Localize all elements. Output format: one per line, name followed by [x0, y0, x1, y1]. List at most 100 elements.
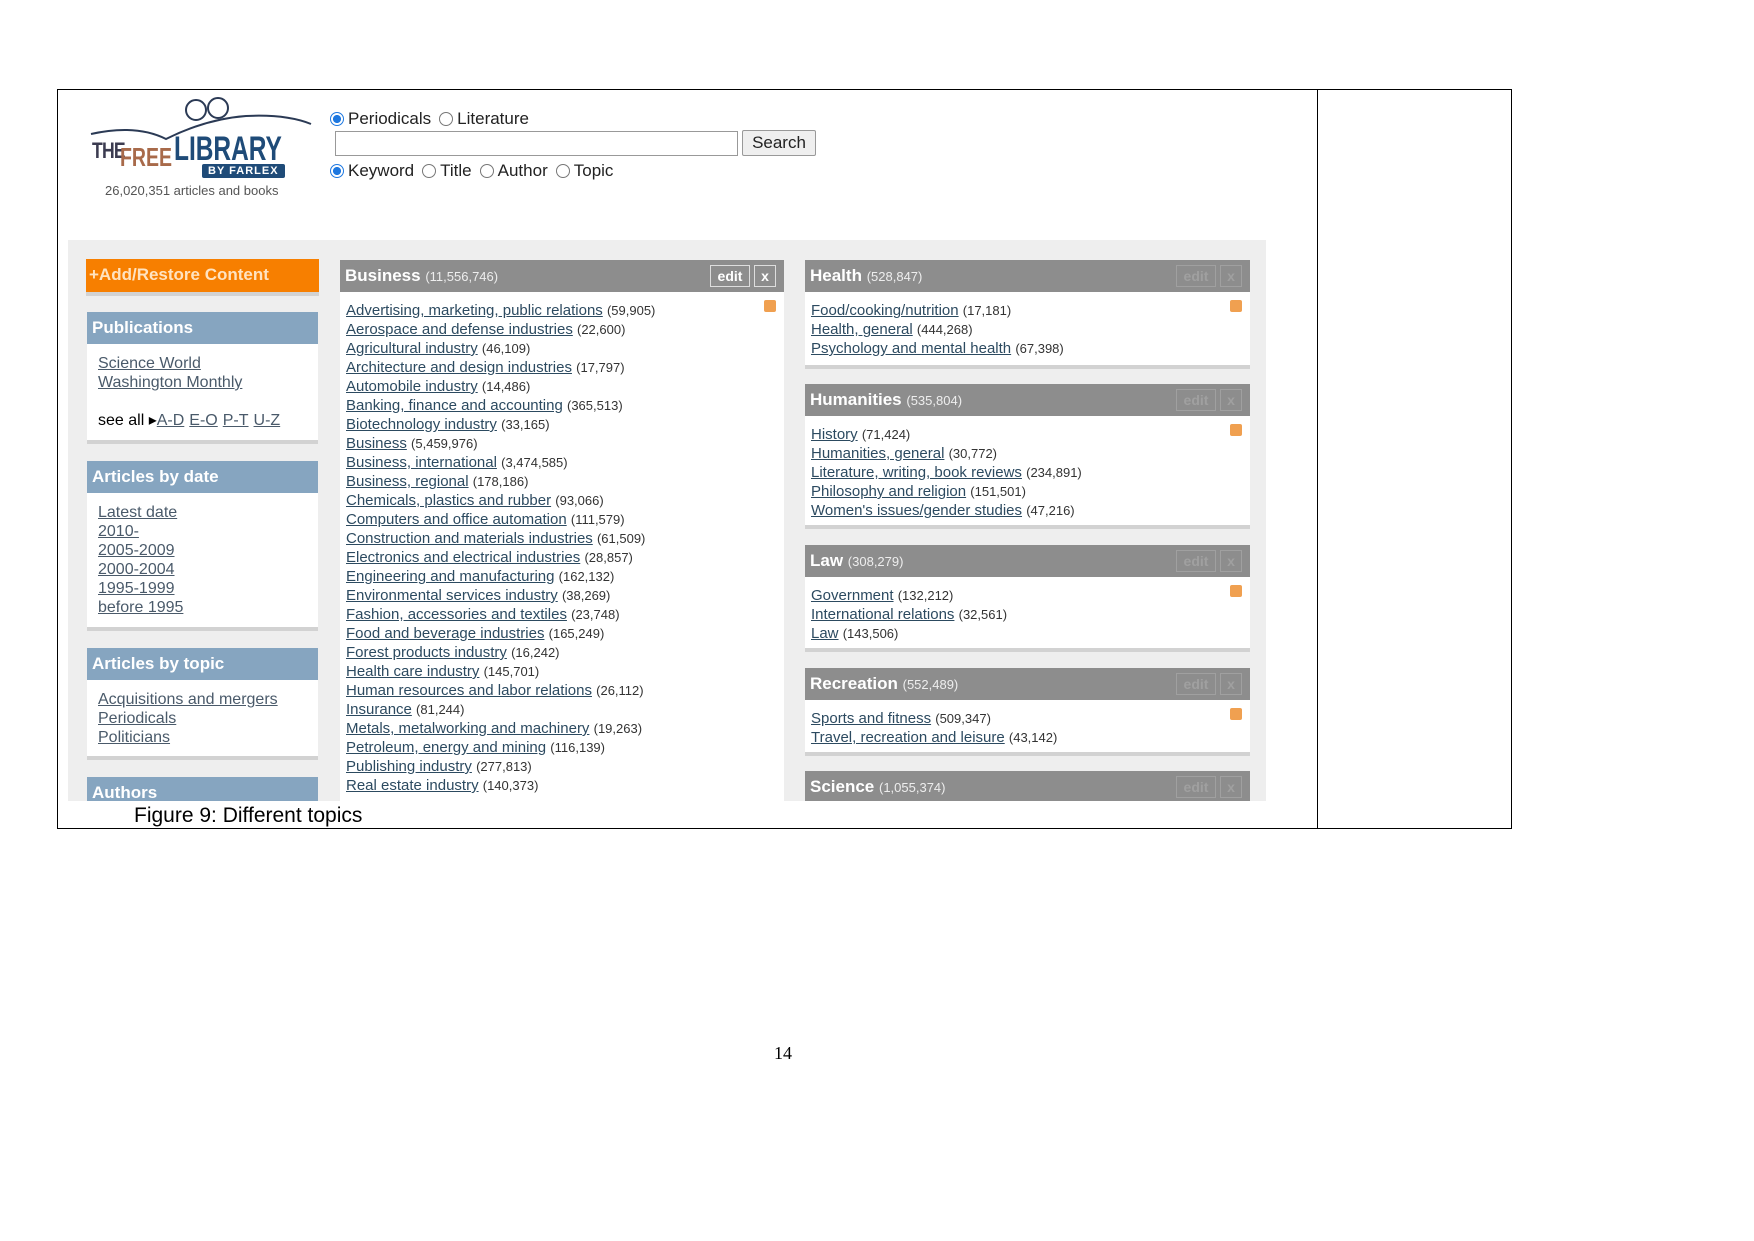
sidebar-link[interactable]: before 1995 [98, 599, 183, 616]
topic-link[interactable]: Psychology and mental health [811, 340, 1011, 357]
range-link-e-o[interactable]: E-O [189, 412, 217, 429]
range-link-u-z[interactable]: U-Z [254, 412, 281, 429]
search-button[interactable]: Search [742, 130, 816, 156]
topic-link[interactable]: Environmental services industry [346, 587, 558, 604]
topic-link[interactable]: History [811, 426, 858, 443]
rss-icon[interactable] [1230, 585, 1242, 597]
topic-link[interactable]: Construction and materials industries [346, 530, 593, 547]
close-button[interactable]: x [1220, 550, 1242, 572]
science-box: Science (1,055,374) edit x [805, 771, 1250, 801]
close-button[interactable]: x [1220, 673, 1242, 695]
edit-button[interactable]: edit [1176, 673, 1216, 695]
item-count: (67,398) [1015, 341, 1064, 356]
close-button[interactable]: x [1220, 389, 1242, 411]
sidebar-link[interactable]: 2005-2009 [98, 542, 175, 559]
topic-link[interactable]: Real estate industry [346, 777, 479, 794]
topic-link[interactable]: Architecture and design industries [346, 359, 572, 376]
item-count: (32,561) [958, 607, 1008, 622]
sidebar-link[interactable]: 1995-1999 [98, 580, 175, 597]
item-count: (28,857) [584, 550, 633, 565]
topic-link[interactable]: Sports and fitness [811, 710, 931, 727]
item-count: (47,216) [1026, 503, 1075, 518]
close-button[interactable]: x [1220, 265, 1242, 287]
sidebar-link[interactable]: 2000-2004 [98, 561, 175, 578]
topic-link[interactable]: Insurance [346, 701, 412, 718]
sidebar-link[interactable]: Politicians [98, 729, 170, 746]
topic-link[interactable]: Law [811, 625, 839, 642]
radio-author[interactable]: Author [479, 161, 548, 181]
list-item: Food and beverage industries (165,249) [346, 624, 778, 643]
topic-link[interactable]: Engineering and manufacturing [346, 568, 554, 585]
topic-link[interactable]: Automobile industry [346, 378, 478, 395]
radio-button-icon[interactable] [330, 164, 344, 178]
logo[interactable]: THE FREE LIBRARY BY FARLEX 26,020,351 ar… [86, 94, 316, 199]
range-link-a-d[interactable]: A-D [157, 412, 185, 429]
topic-link[interactable]: Forest products industry [346, 644, 507, 661]
page-number: 14 [774, 1043, 792, 1063]
sidebar-link[interactable]: Periodicals [98, 710, 176, 727]
rss-icon[interactable] [764, 300, 776, 312]
radio-button-icon[interactable] [330, 112, 344, 126]
topic-link[interactable]: Travel, recreation and leisure [811, 729, 1005, 746]
sidebar-link[interactable]: Science World [98, 355, 201, 372]
rss-icon[interactable] [1230, 424, 1242, 436]
sidebar-link[interactable]: Acquisitions and mergers [98, 691, 278, 708]
topic-link[interactable]: Humanities, general [811, 445, 944, 462]
close-button[interactable]: x [1220, 776, 1242, 798]
topic-link[interactable]: Business, international [346, 454, 497, 471]
topic-link[interactable]: Chemicals, plastics and rubber [346, 492, 551, 509]
sidebar-link[interactable]: 2010- [98, 523, 139, 540]
add-restore-content-button[interactable]: +Add/Restore Content [86, 259, 319, 292]
rss-icon[interactable] [1230, 300, 1242, 312]
radio-button-icon[interactable] [439, 112, 454, 126]
topic-link[interactable]: Health, general [811, 321, 913, 338]
item-count: (444,268) [916, 322, 973, 337]
sidebar-link[interactable]: Latest date [98, 504, 177, 521]
topic-link[interactable]: Aerospace and defense industries [346, 321, 573, 338]
edit-button[interactable]: edit [1176, 265, 1216, 287]
edit-button[interactable]: edit [1176, 776, 1216, 798]
topic-link[interactable]: Metals, metalworking and machinery [346, 720, 589, 737]
topic-link[interactable]: Biotechnology industry [346, 416, 497, 433]
topic-link[interactable]: Food and beverage industries [346, 625, 544, 642]
law-header: Law (308,279) edit x [805, 545, 1250, 577]
edit-button[interactable]: edit [1176, 389, 1216, 411]
radio-title[interactable]: Title [422, 161, 472, 181]
topic-link[interactable]: Electronics and electrical industries [346, 549, 580, 566]
rss-icon[interactable] [1230, 708, 1242, 720]
topic-link[interactable]: International relations [811, 606, 954, 623]
radio-topic[interactable]: Topic [555, 161, 613, 181]
sidebar-link[interactable]: Washington Monthly [98, 374, 242, 391]
list-item: Business (5,459,976) [346, 434, 778, 453]
radio-button-icon[interactable] [422, 164, 437, 178]
topic-link[interactable]: Business, regional [346, 473, 469, 490]
radio-button-icon[interactable] [479, 164, 494, 178]
topic-link[interactable]: Human resources and labor relations [346, 682, 592, 699]
close-button[interactable]: x [754, 265, 776, 287]
topic-link[interactable]: Computers and office automation [346, 511, 567, 528]
radio-periodicals[interactable]: Periodicals [330, 109, 431, 129]
list-item: Biotechnology industry (33,165) [346, 415, 778, 434]
topic-link[interactable]: Agricultural industry [346, 340, 478, 357]
edit-button[interactable]: edit [1176, 550, 1216, 572]
topic-link[interactable]: Banking, finance and accounting [346, 397, 563, 414]
topic-link[interactable]: Publishing industry [346, 758, 472, 775]
topic-link[interactable]: Advertising, marketing, public relations [346, 302, 603, 319]
topic-link[interactable]: Philosophy and religion [811, 483, 966, 500]
edit-button[interactable]: edit [710, 265, 750, 287]
search-input[interactable] [335, 131, 738, 156]
radio-keyword[interactable]: Keyword [330, 161, 414, 181]
topic-link[interactable]: Fashion, accessories and textiles [346, 606, 567, 623]
topic-link[interactable]: Health care industry [346, 663, 479, 680]
topic-link[interactable]: Food/cooking/nutrition [811, 302, 959, 319]
topic-link[interactable]: Business [346, 435, 407, 452]
range-link-p-t[interactable]: P-T [223, 412, 249, 429]
radio-button-icon[interactable] [555, 164, 570, 178]
topic-link[interactable]: Women's issues/gender studies [811, 502, 1022, 519]
topic-link[interactable]: Government [811, 587, 894, 604]
topic-link[interactable]: Petroleum, energy and mining [346, 739, 546, 756]
radio-literature[interactable]: Literature [439, 109, 529, 129]
topic-link[interactable]: Literature, writing, book reviews [811, 464, 1022, 481]
item-count: (26,112) [596, 683, 644, 698]
item-count: (17,797) [576, 360, 625, 375]
